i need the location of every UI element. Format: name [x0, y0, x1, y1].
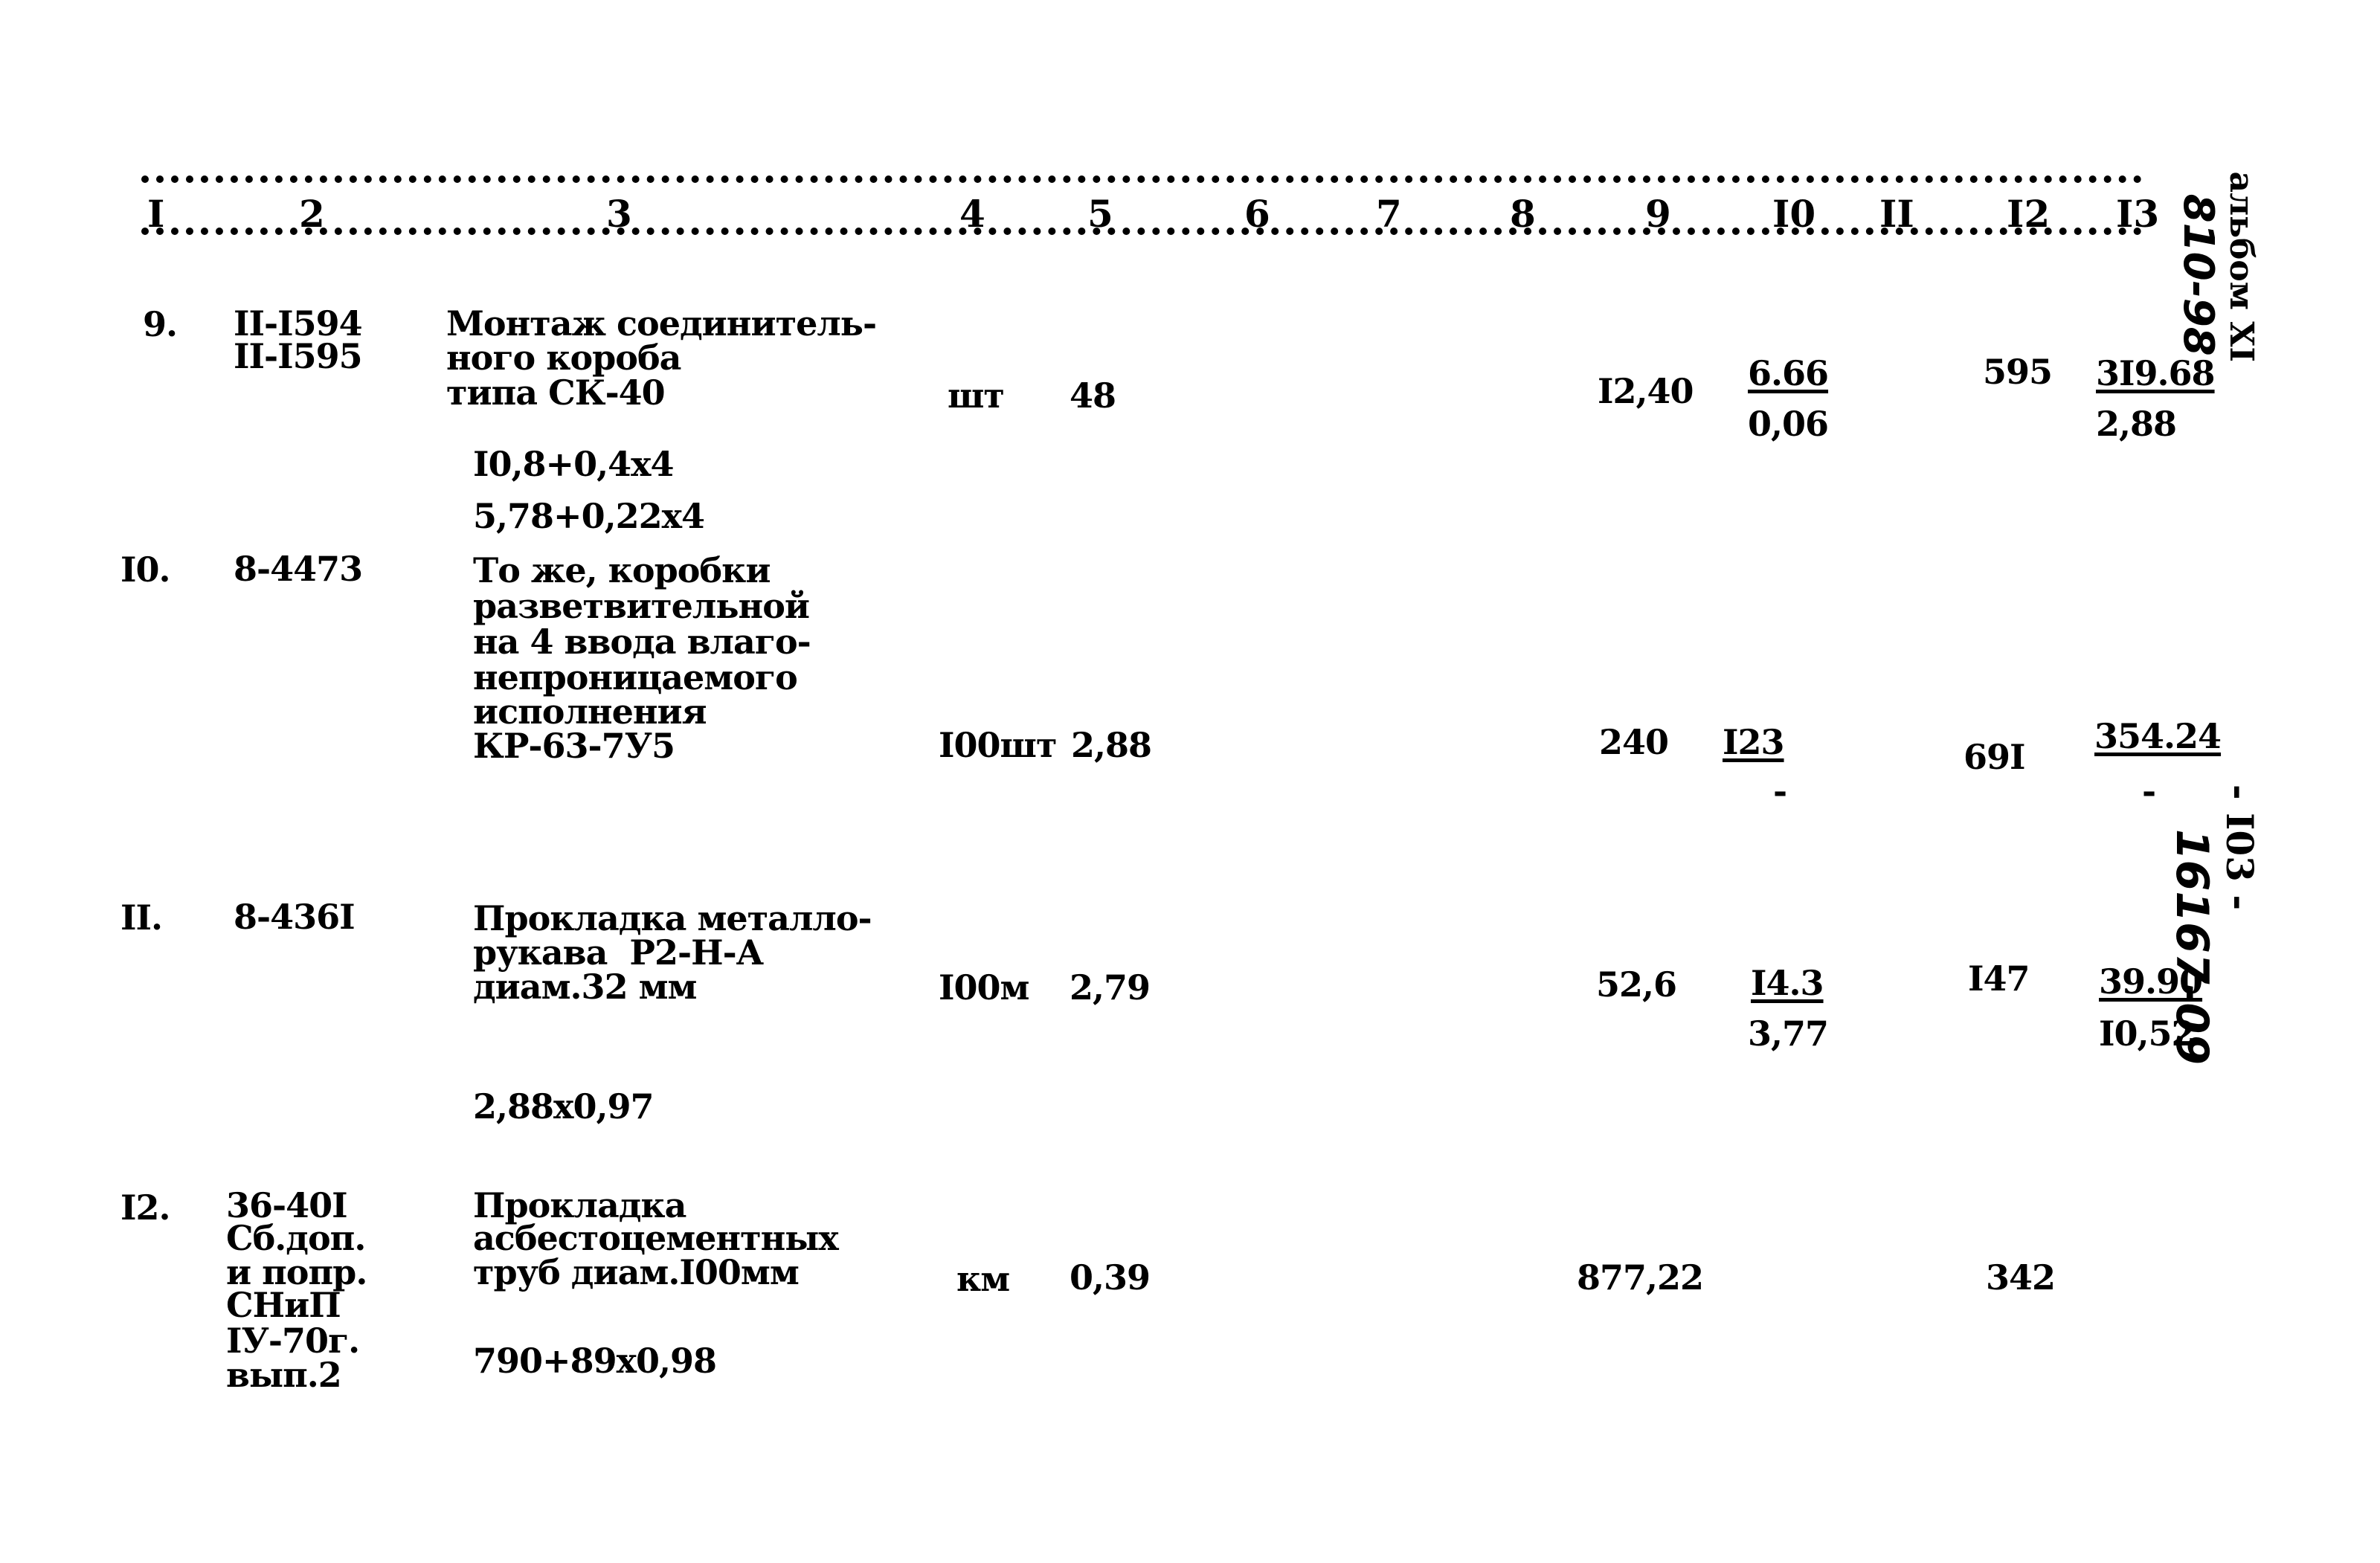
column-header-9: 9	[1645, 192, 1671, 236]
column-header-6: 6	[1244, 192, 1270, 236]
row-calc-line: 5,78+0,22x4	[473, 496, 705, 536]
album-code-handwritten: 810-98	[2174, 193, 2222, 356]
row-code-line: СНиП	[226, 1285, 341, 1325]
row-unit: I00м	[939, 967, 1029, 1008]
row-number: 9.	[143, 304, 178, 344]
row-col13-top: 354.24	[2094, 716, 2222, 756]
row-code-line: IУ-70г.	[226, 1321, 360, 1361]
row-col10-bottom: 0,06	[1748, 404, 1829, 444]
row-desc-line: исполнения	[473, 692, 707, 732]
column-header-10: I0	[1772, 192, 1816, 236]
header-bottom-rule	[141, 228, 2142, 235]
row-desc-line: разветвительной	[473, 586, 810, 626]
row-col10-bottom: 3,77	[1748, 1013, 1829, 1054]
row-code-line: II-I595	[234, 336, 363, 376]
row-desc-line: ного короба	[446, 338, 681, 378]
row-number: II.	[120, 897, 163, 938]
row-quantity: 2,79	[1070, 967, 1151, 1008]
margin-page-label: - I03 - 16167-09	[2166, 758, 2306, 1065]
row-col12: 69I	[1964, 737, 2026, 777]
row-col10-bottom: -	[1773, 771, 1787, 811]
column-header-13: I3	[2116, 192, 2160, 236]
column-header-3: 3	[606, 192, 632, 236]
row-col10-top: I23	[1723, 722, 1785, 762]
row-col12: 342	[1986, 1257, 2056, 1298]
row-unit: I00шт	[939, 725, 1057, 765]
page-number: - I03 -	[2218, 784, 2262, 911]
row-desc-line: Монтаж соединитель-	[446, 303, 877, 344]
column-header-7: 7	[1376, 192, 1402, 236]
row-quantity: 2,88	[1071, 725, 1152, 765]
row-col12: I47	[1968, 958, 2030, 999]
row-col9: 240	[1599, 722, 1669, 762]
album-name: альбом XI	[2222, 171, 2260, 362]
column-header-8: 8	[1510, 192, 1536, 236]
header-top-rule	[141, 175, 2142, 183]
column-header-4: 4	[959, 192, 985, 236]
row-number: I0.	[120, 550, 171, 590]
row-desc-line: на 4 ввода влаго-	[473, 622, 811, 662]
row-desc-line: непроницаемого	[473, 657, 798, 697]
row-desc-line: труб диам.I00мм	[473, 1252, 800, 1292]
row-col9: 877,22	[1577, 1257, 1704, 1298]
row-desc-line: То же, коробки	[473, 550, 771, 590]
row-desc-line: КР-63-7У5	[473, 726, 675, 766]
row-calc-line: I0,8+0,4x4	[473, 444, 675, 484]
row-desc-line: Прокладка металло-	[473, 898, 872, 938]
margin-album-label: альбом XI 810-98	[2174, 149, 2298, 362]
row-col13-bottom: -	[2142, 771, 2156, 811]
row-desc-line: диам.32 мм	[473, 967, 697, 1007]
column-header-2: 2	[299, 192, 325, 236]
row-code-line: 8-4473	[234, 549, 363, 589]
column-header-1: I	[147, 192, 165, 236]
row-desc-line: типа СК-40	[446, 373, 666, 413]
row-col10-top: 6.66	[1748, 353, 1829, 393]
row-code-line: 8-436I	[234, 897, 356, 937]
row-code-line: вып.2	[226, 1355, 342, 1395]
row-quantity: 0,39	[1070, 1257, 1151, 1298]
row-calc-line: 2,88x0,97	[473, 1086, 654, 1127]
column-header-11: II	[1879, 192, 1914, 236]
row-col9: I2,40	[1598, 371, 1694, 411]
column-header-12: I2	[2007, 192, 2051, 236]
row-unit: км	[956, 1259, 1010, 1299]
row-unit: шт	[948, 376, 1005, 416]
row-desc-line: асбестоцементных	[473, 1218, 839, 1258]
row-col10-top: I4.3	[1751, 963, 1824, 1003]
row-col12: 595	[1983, 352, 2053, 392]
doc-code-handwritten: 16167-09	[2166, 828, 2218, 1065]
row-quantity: 48	[1070, 376, 1116, 416]
row-number: I2.	[120, 1187, 171, 1228]
row-code-line: Сб.доп.	[226, 1218, 366, 1258]
row-col13-bottom: 2,88	[2096, 404, 2177, 444]
row-calc-line: 790+89x0,98	[473, 1341, 717, 1381]
column-header-5: 5	[1087, 192, 1113, 236]
row-col9: 52,6	[1596, 964, 1677, 1005]
row-desc-line: рукава Р2-Н-А	[473, 932, 764, 973]
